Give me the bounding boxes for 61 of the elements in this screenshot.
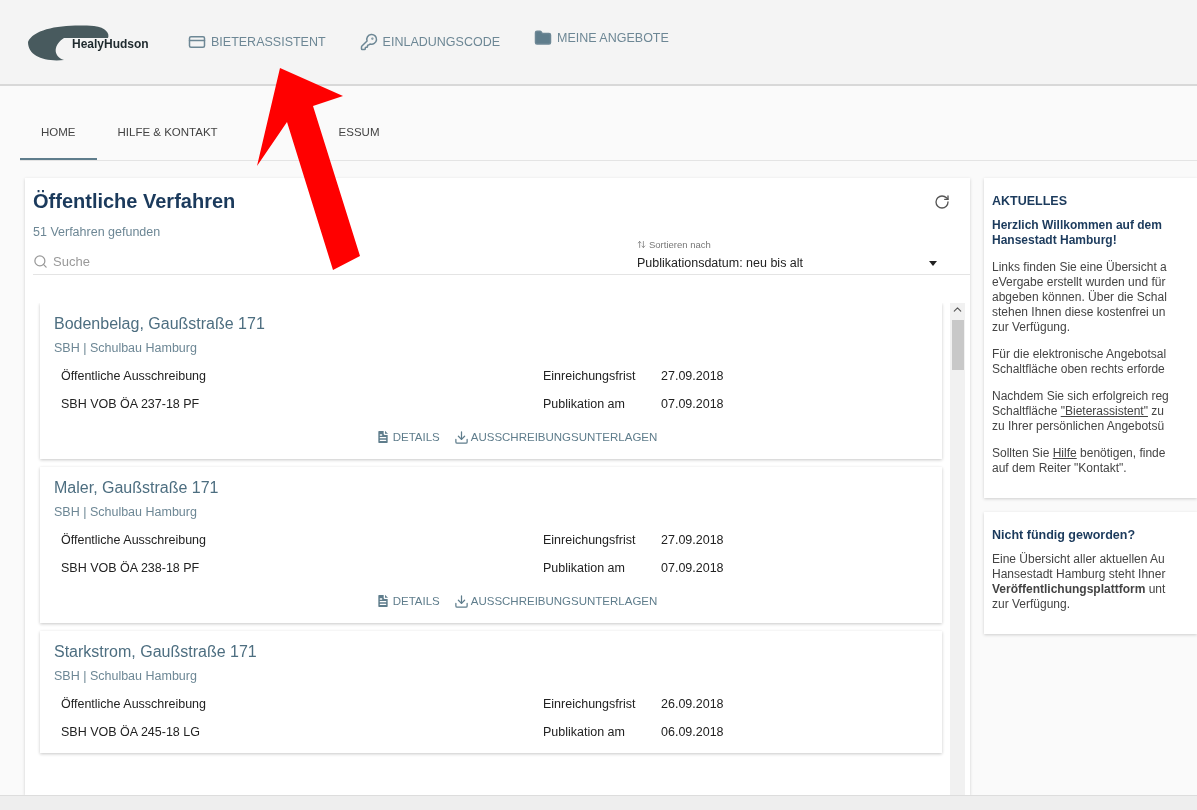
details-link[interactable]: DETAILS [374, 429, 440, 445]
procedure-title[interactable]: Maler, Gaußstraße 171 [54, 479, 928, 497]
reference-number: SBH VOB ÖA 237-18 PF [61, 397, 201, 411]
download-icon [453, 429, 469, 445]
deadline-label: Einreichungsfrist [543, 369, 637, 383]
download-icon [453, 593, 469, 609]
download-link[interactable]: AUSSCHREIBUNGSUNTERLAGEN [453, 429, 658, 445]
sort-icon [637, 240, 646, 249]
sort-label: Sortieren nach [637, 239, 937, 250]
news-heading: Herzlich Willkommen auf dem Hansestadt Hamburg! [992, 218, 1163, 248]
news-paragraph: Für die elektronische Angebotsal Schaltfläche oben rechts erforde [992, 347, 1168, 377]
search-input[interactable]: Suche [51, 253, 513, 270]
published-label: Publikation am [543, 561, 626, 575]
published-label: Publikation am [543, 397, 626, 411]
nav-link[interactable]: BIETERASSISTENT [188, 33, 326, 51]
scrollbar-thumb[interactable] [951, 320, 964, 370]
published-date: 07.09.2018 [661, 397, 725, 411]
reference-number: SBH VOB ÖA 238-18 PF [61, 561, 201, 575]
card-icon [188, 33, 206, 51]
scrollbar[interactable] [950, 303, 965, 795]
procedure-org[interactable]: SBH | Schulbau Hamburg [54, 505, 928, 519]
deadline-date: 27.09.2018 [661, 369, 725, 383]
details-link[interactable]: DETAILS [374, 593, 440, 609]
procedure-type: Öffentliche Ausschreibung [61, 697, 207, 711]
deadline-date: 27.09.2018 [661, 533, 725, 547]
search-icon [33, 254, 48, 269]
result-count: 51 Verfahren gefunden [33, 225, 162, 239]
news-paragraph: Eine Übersicht aller aktuellen Au Hansestadt Hamburg steht Ihner Veröffentlichungsplattform unt zur Verfügung. [992, 552, 1167, 612]
caret-icon [929, 260, 937, 266]
text-link[interactable]: "Bieterassistent" [1060, 404, 1148, 418]
text-link[interactable]: Hilfe [1052, 446, 1077, 460]
procedure-org[interactable]: SBH | Schulbau Hamburg [54, 669, 928, 683]
sort-select[interactable]: Publikationsdatum: neu bis alt [637, 256, 937, 274]
news-paragraph: Links finden Sie eine Übersicht a eVergabe erstellt wurden und für abgeben können. Über die Schal stehen Ihnen diese kostenfrei un zur Verfügung. [992, 260, 1168, 335]
search-field[interactable]: Suche [33, 249, 513, 274]
procedure-org[interactable]: SBH | Schulbau Hamburg [54, 341, 928, 355]
deadline-date: 26.09.2018 [661, 697, 725, 711]
news-paragraph: Sollten Sie Hilfe benötigen, finde auf dem Reiter "Kontakt". [992, 446, 1167, 476]
procedure-type: Öffentliche Ausschreibung [61, 369, 207, 383]
download-link[interactable]: AUSSCHREIBUNGSUNTERLAGEN [453, 593, 658, 609]
published-label: Publikation am [543, 725, 626, 739]
folder-icon [534, 29, 552, 47]
refresh-icon[interactable] [934, 193, 950, 210]
news-title: AKTUELLES [992, 194, 1068, 208]
published-date: 07.09.2018 [661, 561, 725, 575]
published-date: 06.09.2018 [661, 725, 725, 739]
news-title: Nicht fündig geworden? [992, 528, 1137, 542]
nav-link[interactable]: EINLADUNGSCODE [359, 33, 500, 51]
procedure-title[interactable]: Bodenbelag, Gaußstraße 171 [54, 315, 928, 333]
reference-number: SBH VOB ÖA 245-18 LG [61, 725, 201, 739]
procedure-type: Öffentliche Ausschreibung [61, 533, 207, 547]
deadline-label: Einreichungsfrist [543, 697, 637, 711]
tab[interactable]: HOME [20, 104, 97, 160]
deadline-label: Einreichungsfrist [543, 533, 637, 547]
tab[interactable]: ESSUM [338, 104, 401, 160]
panel-title: Öffentliche Verfahren [33, 190, 236, 213]
key-icon [359, 33, 378, 51]
news-paragraph: Nachdem Sie sich erfolgreich reg Schaltfläche "Bieterassistent" zu zu Ihrer persönlichen Angebotsü [992, 389, 1170, 434]
tab[interactable]: HILFE & KONTAKT [96, 104, 239, 160]
nav-link[interactable]: MEINE ANGEBOTE [534, 29, 669, 47]
procedure-title[interactable]: Starkstrom, Gaußstraße 171 [54, 643, 928, 661]
